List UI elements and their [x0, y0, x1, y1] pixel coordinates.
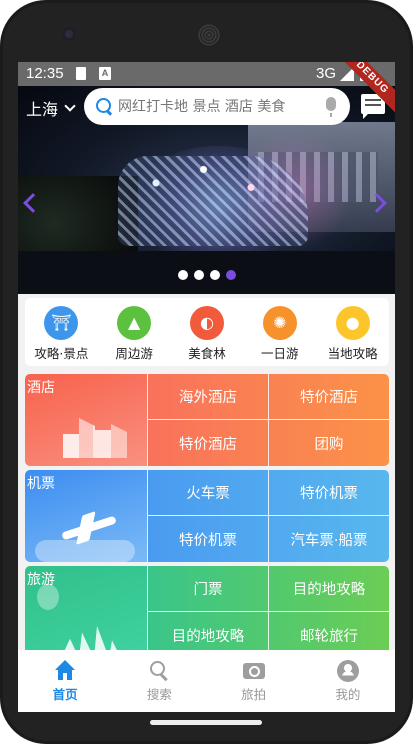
- status-time: 12:35: [26, 65, 64, 82]
- category-label: 攻略·景点: [34, 346, 89, 361]
- earpiece-speaker: [198, 24, 220, 46]
- category-food[interactable]: ◐ 美食林: [173, 298, 241, 362]
- hotel-header[interactable]: 酒店: [25, 374, 147, 466]
- category-label: 当地攻略: [327, 346, 378, 361]
- search-icon: [96, 97, 114, 116]
- category-label: 美食林: [188, 346, 226, 361]
- carousel-dot[interactable]: [194, 270, 204, 280]
- home-icon: [54, 659, 76, 680]
- nav-label: 我的: [335, 686, 361, 702]
- category-day-trip[interactable]: ✺ 一日游: [246, 298, 314, 362]
- category-local-guide[interactable]: ● 当地攻略: [319, 298, 387, 362]
- camera-icon: [242, 660, 265, 680]
- section-title: 机票: [27, 476, 55, 492]
- network-type: 3G: [316, 65, 337, 82]
- airplane-icon: [61, 515, 117, 541]
- grid-item-train-ticket[interactable]: 火车票: [147, 470, 268, 516]
- carousel-dot[interactable]: [178, 270, 188, 280]
- chevron-down-icon: [64, 99, 76, 112]
- sd-card-icon: [76, 67, 86, 80]
- grid-item-overseas-hotel[interactable]: 海外酒店: [147, 374, 268, 420]
- grid-item-tickets[interactable]: 门票: [147, 566, 268, 612]
- profile-icon: [336, 659, 359, 682]
- flight-section: 机票 火车票 特价机票 特价机票 汽车票·船票: [25, 470, 389, 562]
- category-label: 一日游: [261, 346, 299, 361]
- location-pin-icon: ●: [335, 306, 370, 340]
- balloon-decoration: [37, 584, 59, 610]
- grid-item-discount-flight-2[interactable]: 特价机票: [147, 516, 268, 562]
- category-label: 周边游: [115, 346, 153, 361]
- nav-home[interactable]: 首页: [30, 659, 100, 703]
- grid-item-destination-guide[interactable]: 目的地攻略: [268, 566, 389, 612]
- category-nearby[interactable]: ▲ 周边游: [100, 298, 168, 362]
- parade-float-image: [118, 156, 308, 246]
- front-camera: [62, 27, 76, 41]
- search-input[interactable]: [118, 98, 318, 115]
- carousel-dot[interactable]: [210, 270, 220, 280]
- app-screen: 12:35 A 3G DEBUG 上海 网红打卡地 景点 酒店 美食 ⛩ 攻略·…: [18, 62, 395, 712]
- flight-header[interactable]: 机票: [25, 470, 147, 562]
- category-attractions[interactable]: ⛩ 攻略·景点: [27, 298, 95, 362]
- food-icon: ◐: [189, 306, 224, 340]
- grid-item-discount-flight[interactable]: 特价机票: [268, 470, 389, 516]
- category-row: ⛩ 攻略·景点 ▲ 周边游 ◐ 美食林 ✺ 一日游 ● 当地攻略: [25, 298, 389, 366]
- section-title: 酒店: [27, 380, 55, 396]
- grid-item-discount-hotel-2[interactable]: 特价酒店: [147, 420, 268, 466]
- city-name: 上海: [26, 100, 59, 119]
- status-bar: 12:35 A 3G DEBUG: [18, 62, 395, 116]
- grid-item-discount-hotel[interactable]: 特价酒店: [268, 374, 389, 420]
- nav-label: 旅拍: [241, 686, 267, 702]
- nav-label: 搜索: [146, 686, 172, 702]
- nav-travel-photo[interactable]: 旅拍: [219, 660, 289, 703]
- travel-header[interactable]: 旅游: [25, 566, 147, 658]
- search-bar[interactable]: [84, 88, 350, 125]
- search-icon: [148, 660, 170, 680]
- bottom-navigation: 首页 搜索 旅拍 我的: [18, 650, 395, 712]
- day-trip-icon: ✺: [262, 306, 297, 340]
- cloud-decoration: [35, 540, 135, 562]
- microphone-icon[interactable]: [326, 97, 336, 117]
- grid-item-group-buy[interactable]: 团购: [268, 420, 389, 466]
- home-gesture-bar[interactable]: [150, 720, 262, 725]
- nav-search[interactable]: 搜索: [124, 660, 194, 703]
- grid-item-bus-ship-ticket[interactable]: 汽车票·船票: [268, 516, 389, 562]
- attraction-icon: ⛩: [44, 306, 79, 340]
- keyboard-a-icon: A: [99, 67, 111, 80]
- city-selector[interactable]: 上海: [26, 96, 76, 120]
- nav-profile[interactable]: 我的: [313, 659, 383, 703]
- carousel-dot-active[interactable]: [226, 270, 236, 280]
- nav-label: 首页: [52, 686, 78, 702]
- phone-frame: 12:35 A 3G DEBUG 上海 网红打卡地 景点 酒店 美食 ⛩ 攻略·…: [0, 0, 413, 744]
- hotel-section: 酒店 海外酒店 特价酒店 特价酒店 团购: [25, 374, 389, 466]
- carousel-indicator: [178, 270, 236, 280]
- mountain-icon: ▲: [117, 306, 152, 340]
- travel-section: 旅游 门票 目的地攻略 目的地攻略 邮轮旅行: [25, 566, 389, 658]
- hotel-building-icon: [63, 418, 127, 458]
